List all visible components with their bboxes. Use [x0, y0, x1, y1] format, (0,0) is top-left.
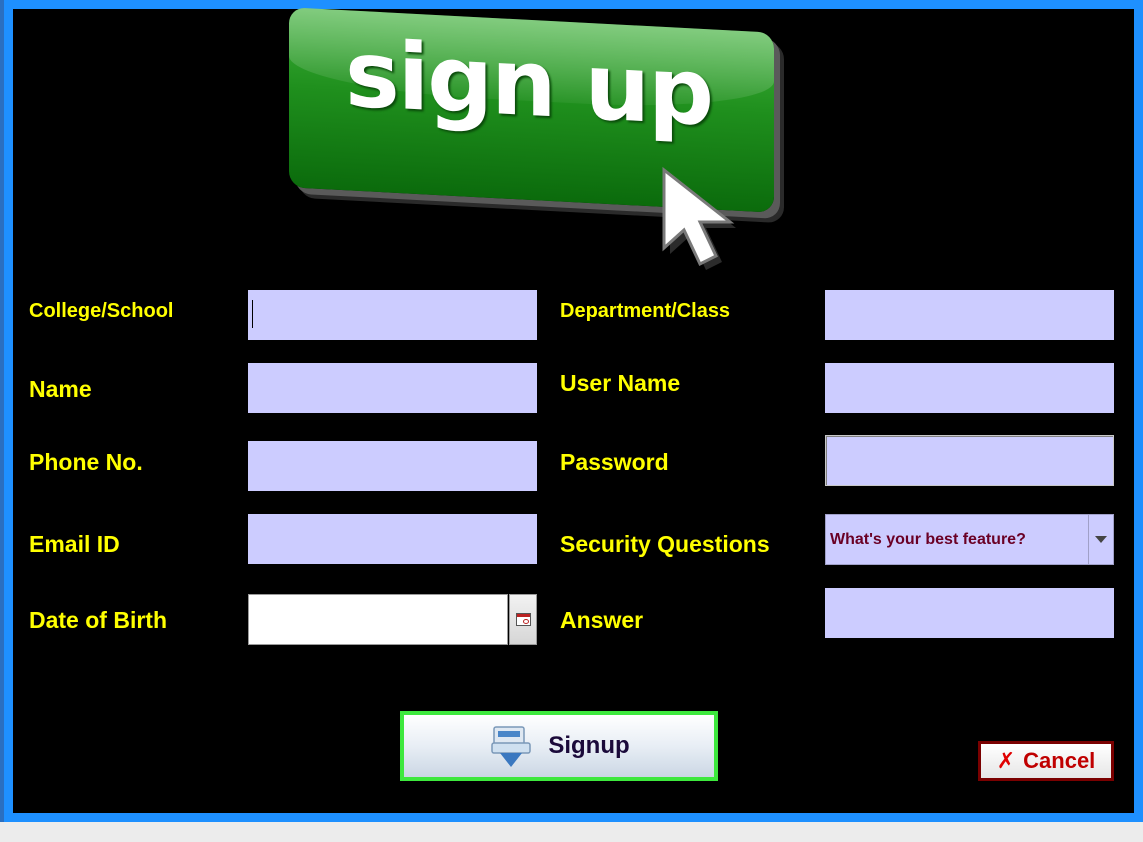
date-of-birth-picker	[248, 594, 537, 645]
signup-icon	[491, 726, 532, 767]
signup-banner: sign up	[285, 7, 785, 277]
cancel-label: Cancel	[1023, 748, 1096, 773]
college-school-input[interactable]	[248, 290, 537, 340]
security-question-select[interactable]: What's your best feature?	[825, 514, 1114, 565]
label-security-questions: Security Questions	[560, 531, 770, 557]
label-department-class: Department/Class	[560, 300, 731, 322]
signup-label: Signup	[548, 732, 630, 759]
department-class-input[interactable]	[825, 290, 1114, 340]
phone-input[interactable]	[248, 441, 537, 491]
calendar-button[interactable]	[509, 594, 537, 645]
signup-button[interactable]: Signup	[400, 711, 718, 781]
password-input[interactable]	[825, 435, 1114, 486]
label-name: Name	[29, 376, 92, 402]
email-input[interactable]	[248, 514, 537, 564]
label-user-name: User Name	[560, 370, 681, 396]
taskbar-strip	[0, 822, 1143, 842]
label-answer: Answer	[560, 607, 644, 633]
x-icon: ✗	[996, 748, 1016, 774]
banner-text: sign up	[345, 20, 713, 147]
cursor-arrow-icon	[662, 166, 736, 270]
name-input[interactable]	[248, 363, 537, 413]
text-caret	[252, 300, 253, 328]
user-name-input[interactable]	[825, 363, 1114, 413]
label-password: Password	[560, 449, 669, 475]
label-date-of-birth: Date of Birth	[29, 607, 167, 633]
cancel-button[interactable]: ✗ Cancel	[978, 741, 1114, 781]
security-question-value: What's your best feature?	[830, 531, 1026, 548]
chevron-down-icon[interactable]	[1088, 515, 1113, 564]
answer-input[interactable]	[825, 588, 1114, 638]
calendar-icon	[515, 613, 531, 626]
label-phone: Phone No.	[29, 449, 143, 475]
label-college-school: College/School	[29, 300, 174, 322]
date-of-birth-input[interactable]	[248, 594, 508, 645]
label-email: Email ID	[29, 531, 120, 557]
